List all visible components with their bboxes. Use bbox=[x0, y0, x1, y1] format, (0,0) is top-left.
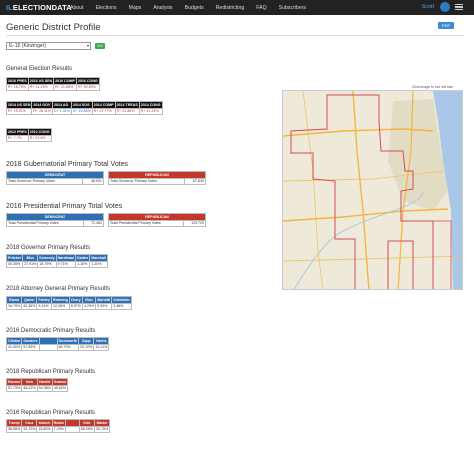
gov-total-dem-table: DEMOCRAT Total Governor Primary Votes 48,… bbox=[6, 171, 105, 185]
user-avatar-icon[interactable] bbox=[440, 2, 450, 12]
nav-elections[interactable]: Elections bbox=[96, 5, 117, 11]
district-map-image bbox=[283, 91, 462, 289]
pres-total-heading: 2016 Presidential Primary Total Votes bbox=[6, 203, 123, 210]
map-note: Click image to see full size bbox=[412, 85, 454, 89]
dem16-heading: 2016 Democratic Primary Results bbox=[6, 328, 96, 334]
gov-total-heading: 2018 Gubernatorial Primary Total Votes bbox=[6, 161, 129, 168]
ag-primary-table: Raoul Quinn Fairley Rotering Drury Ruiz Mariot… bbox=[5, 296, 132, 310]
rep18-heading: 2018 Republican Primary Results bbox=[6, 369, 96, 375]
go-button[interactable]: Go! bbox=[95, 43, 105, 49]
nav-analysis[interactable]: Analysis bbox=[153, 5, 172, 11]
brand-logo[interactable]: ILELECTIONDATA bbox=[6, 3, 72, 12]
page-title: Generic District Profile bbox=[6, 22, 101, 33]
gov-primary-heading: 2018 Governor Primary Results bbox=[6, 245, 91, 251]
nav-redistricting[interactable]: Redistricting bbox=[216, 5, 245, 11]
general-heading: General Election Results bbox=[6, 66, 73, 72]
nav-maps[interactable]: Maps bbox=[129, 5, 142, 11]
pres-total-dem-table: DEMOCRAT Total Presidential Primary Vote… bbox=[6, 213, 105, 227]
gov-primary-table: Pritzker Biss Kennedy Hardiman Daiber Marshal… bbox=[5, 254, 108, 268]
district-map[interactable] bbox=[282, 90, 463, 290]
pdf-button[interactable]: PDF bbox=[438, 22, 454, 29]
top-navbar: ILELECTIONDATA About Elections Maps Anal… bbox=[0, 0, 474, 15]
rep18-table: Rauner Ives Harold Grasso 51.73% 48.22% 54.38… bbox=[5, 378, 69, 392]
divider bbox=[6, 35, 464, 36]
general-table-2012: 2012 PRES 2012 CONG R+ 7.7% R+ 22.8% bbox=[6, 128, 52, 142]
general-table-2016: 2016 PRES 2016 US SEN 2016 COMP 2016 CONG R… bbox=[6, 77, 100, 91]
pres-total-rep-table: REPUBLICAN Total Presidential Primary Vo… bbox=[107, 213, 206, 227]
rep16-table: Trump Cruz Kasich Rubio Kirk Marter 38.98% 34.… bbox=[5, 419, 111, 433]
nav-about[interactable]: About bbox=[70, 5, 84, 11]
ag-primary-heading: 2018 Attorney General Primary Results bbox=[6, 286, 111, 292]
user-name[interactable]: Scott bbox=[421, 4, 434, 10]
chevron-down-icon: ▾ bbox=[86, 43, 89, 48]
dem16-table: Clinton Sanders Duckworth Zopp Harris 41.30%… bbox=[5, 337, 110, 351]
district-select[interactable]: IL-16 (Kinzinger) ▾ bbox=[6, 42, 91, 50]
nav-subscribers[interactable]: Subscribers bbox=[279, 5, 306, 11]
nav-faq[interactable]: FAQ bbox=[256, 5, 266, 11]
nav-budgets[interactable]: Budgets bbox=[185, 5, 204, 11]
rep16-heading: 2016 Republican Primary Results bbox=[6, 410, 96, 416]
gov-total-rep-table: REPUBLICAN Total Governor Primary Votes 6… bbox=[108, 171, 207, 185]
menu-icon[interactable] bbox=[454, 2, 464, 12]
general-table-2014: 2014 US SEN 2014 GOV 2014 AG 2014 SOS 2014 C… bbox=[5, 101, 163, 115]
